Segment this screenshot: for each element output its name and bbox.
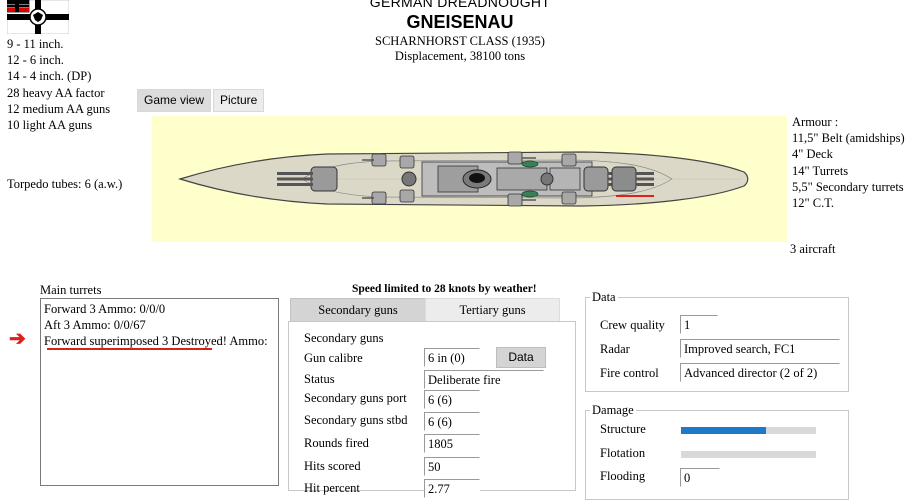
speed-notice: Speed limited to 28 knots by weather! [352, 283, 537, 295]
radar-label: Radar [600, 342, 630, 356]
armour-item: 5,5" Secondary turrets [792, 179, 904, 194]
structure-bar-fill [681, 427, 767, 434]
gun-calibre-label: Gun calibre [304, 351, 363, 365]
data-group-title: Data [590, 290, 618, 305]
tab-tertiary-guns[interactable]: Tertiary guns [425, 298, 560, 322]
main-turrets-label: Main turrets [40, 283, 102, 297]
armament-item: 12 medium AA guns [7, 101, 111, 116]
main-turrets-list[interactable]: Forward 3 Ammo: 0/0/0 Aft 3 Ammo: 0/0/67… [40, 298, 279, 486]
hit-percent-field[interactable]: 2.77 [424, 479, 480, 498]
stbd-guns-field[interactable]: 6 (6) [424, 412, 480, 431]
flooding-label: Flooding [600, 469, 646, 483]
tab-secondary-guns[interactable]: Secondary guns [290, 298, 426, 322]
stbd-guns-label: Secondary guns stbd [304, 413, 408, 427]
ship-view-panel [152, 116, 787, 242]
armament-item: 9 - 11 inch. [7, 37, 64, 51]
fire-control-field[interactable]: Advanced director (2 of 2) [680, 363, 840, 382]
turret-list-item[interactable]: Forward 3 Ammo: 0/0/0 [44, 301, 275, 317]
armour-item: 11,5" Belt (amidships) [792, 131, 905, 146]
armament-item: 10 light AA guns [7, 118, 93, 133]
flotation-bar [681, 451, 816, 458]
armament-item: 12 - 6 inch. [7, 53, 64, 68]
armament-list: 9 - 11 inch. 12 - 6 inch. 14 - 4 inch. (… [7, 36, 110, 133]
flooding-field[interactable]: 0 [680, 468, 720, 487]
radar-field[interactable]: Improved search, FC1 [680, 339, 840, 358]
tab-game-view[interactable]: Game view [137, 89, 212, 112]
torpedo-tubes: Torpedo tubes: 6 (a.w.) [7, 177, 123, 191]
crew-quality-field[interactable]: 1 [680, 315, 718, 334]
damage-group-title: Damage [590, 403, 636, 418]
armour-item: 14" Turrets [792, 163, 849, 178]
data-button[interactable]: Data [496, 347, 546, 368]
secondary-guns-title: Secondary guns [304, 331, 384, 345]
arrow-right-icon: ➔ [9, 328, 26, 350]
ship-top-view-image [177, 151, 749, 207]
naval-ensign-flag [6, 0, 70, 35]
hits-scored-label: Hits scored [304, 459, 361, 473]
ship-class: SCHARNHORST CLASS (1935) [375, 34, 545, 48]
ship-type: GERMAN DREADNOUGHT [369, 0, 551, 10]
ship-name: GNEISENAU [406, 12, 514, 32]
crew-quality-label: Crew quality [600, 318, 665, 332]
ship-header: GERMAN DREADNOUGHT GNEISENAU SCHARNHORST… [300, 0, 620, 64]
ship-displacement: Displacement, 38100 tons [394, 49, 526, 63]
tab-picture[interactable]: Picture [213, 89, 265, 112]
flotation-label: Flotation [600, 446, 646, 460]
port-guns-label: Secondary guns port [304, 391, 407, 405]
armament-item: 14 - 4 inch. (DP) [7, 69, 92, 84]
structure-label: Structure [600, 422, 646, 436]
armour-title: Armour : [792, 115, 839, 129]
armour-list: Armour : 11,5" Belt (amidships) 4" Deck … [792, 114, 905, 211]
armour-item: 4" Deck [792, 147, 833, 162]
hits-scored-field[interactable]: 50 [424, 457, 480, 476]
turret-list-item[interactable]: Aft 3 Ammo: 0/0/67 [44, 317, 275, 333]
status-field[interactable]: Deliberate fire [424, 370, 544, 389]
status-label: Status [304, 372, 335, 386]
hit-percent-label: Hit percent [304, 481, 360, 495]
armour-item: 12" C.T. [792, 196, 835, 211]
destroyed-underline [47, 348, 212, 350]
fire-control-label: Fire control [600, 366, 659, 380]
aircraft-count: 3 aircraft [790, 242, 836, 256]
structure-bar [681, 427, 816, 434]
rounds-fired-field[interactable]: 1805 [424, 434, 480, 453]
gun-calibre-field[interactable]: 6 in (0) [424, 348, 480, 367]
armament-item: 28 heavy AA factor [7, 85, 105, 100]
port-guns-field[interactable]: 6 (6) [424, 390, 480, 409]
rounds-fired-label: Rounds fired [304, 436, 369, 450]
